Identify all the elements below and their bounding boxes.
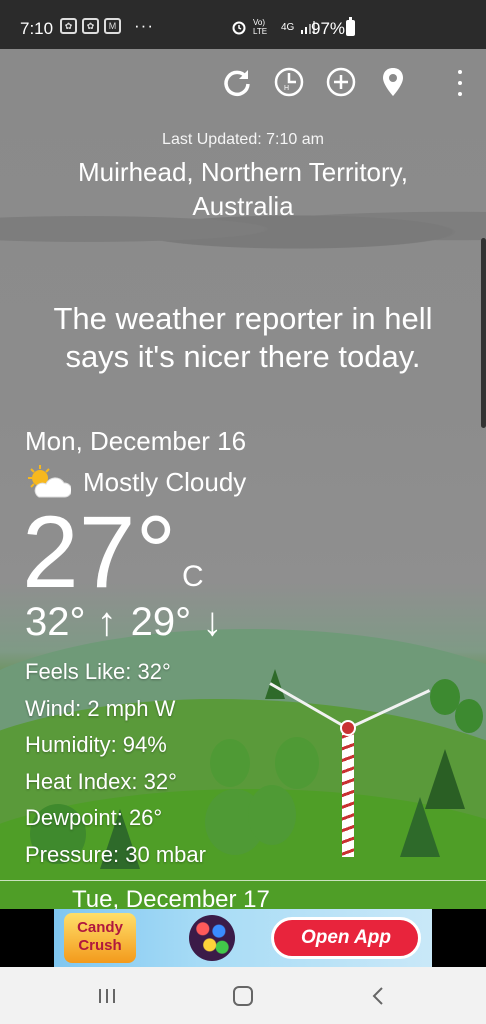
toolbar-actions: H — [220, 65, 410, 99]
dewpoint: Dewpoint: 26° — [25, 805, 163, 830]
high-low: 32° ↑ 29° ↓ — [25, 600, 222, 645]
add-location-icon[interactable] — [324, 65, 358, 99]
last-updated-text: Last Updated: 7:10 am — [162, 131, 324, 148]
battery-percent: 97% — [311, 19, 346, 38]
battery-icon — [346, 17, 355, 36]
tree — [455, 699, 483, 733]
high-temperature: 32° ↑ — [25, 600, 117, 644]
location-title[interactable]: Muirhead, Northern Territory, Australia — [40, 155, 446, 223]
condition-label: Mostly Cloudy — [83, 466, 247, 497]
svg-text:H: H — [284, 85, 289, 92]
ad-candy-image — [189, 915, 235, 961]
status-bar: 7:10 ✿ ✿ M ··· Vo) LTE 4G 97% — [0, 0, 486, 49]
current-date: Mon, December 16 — [25, 426, 247, 456]
home-icon[interactable] — [223, 981, 263, 1011]
more-notifications: ··· — [134, 16, 154, 35]
alarm-icon — [232, 21, 246, 35]
history-clock-icon[interactable]: H — [272, 65, 306, 99]
ad-banner[interactable]: Candy Crush Open App — [54, 909, 432, 967]
app-notification-icon: ✿ — [60, 18, 77, 34]
app-notification-icon: ✿ — [82, 18, 99, 34]
temperature-unit[interactable]: C — [182, 560, 204, 594]
current-temperature: 27° — [22, 495, 177, 609]
heat-index: Heat Index: 32° — [25, 768, 177, 794]
recent-apps-icon[interactable] — [87, 981, 127, 1011]
back-icon[interactable] — [358, 981, 398, 1011]
tree — [210, 739, 250, 787]
divider — [0, 880, 486, 881]
network-type: 4G — [281, 21, 295, 33]
weather-quip: The weather reporter in hell says it's n… — [53, 301, 433, 374]
ad-logo: Candy Crush — [64, 913, 136, 963]
status-time: 7:10 — [20, 19, 54, 38]
refresh-icon[interactable] — [220, 65, 254, 99]
tree — [248, 785, 296, 845]
open-app-button[interactable]: Open App — [271, 917, 421, 959]
weather-details: Feels Like: 32° Wind: 2 mph W Humidity: … — [25, 654, 206, 873]
volte-indicator: Vo) LTE — [253, 18, 268, 36]
location-pin-icon[interactable] — [376, 65, 410, 99]
tree — [275, 737, 319, 789]
wind-turbine — [342, 727, 354, 857]
humidity: Humidity: 94% — [25, 732, 167, 757]
pine-tree — [425, 749, 465, 809]
low-temperature: 29° ↓ — [130, 600, 223, 644]
mail-icon: M — [104, 18, 121, 34]
more-vert-icon[interactable] — [450, 70, 470, 96]
notification-icons: ✿ ✿ M — [60, 18, 121, 34]
pressure: Pressure: 30 mbar — [25, 841, 206, 867]
navigation-bar — [0, 967, 486, 1024]
edge-panel-handle[interactable] — [481, 238, 486, 428]
system-icons: Vo) LTE 4G — [231, 18, 316, 36]
wind: Wind: 2 mph W — [25, 695, 176, 721]
feels-like: Feels Like: 32° — [25, 659, 171, 684]
wind-turbine-hub — [340, 720, 356, 736]
